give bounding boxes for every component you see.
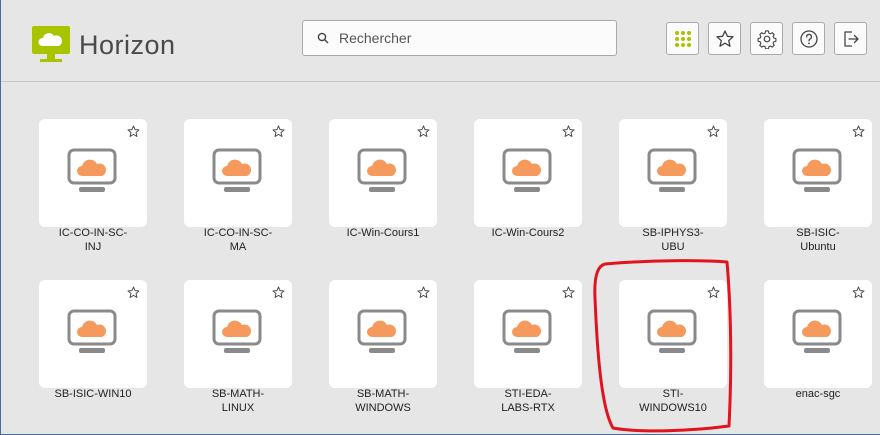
desktop-label[interactable]: IC-Win-Cours2 <box>458 226 598 240</box>
favorites-button[interactable] <box>708 22 741 55</box>
desktop-label[interactable]: IC-Win-Cours1 <box>313 226 453 240</box>
toolbar <box>666 22 876 55</box>
desktop-tile[interactable] <box>329 280 437 388</box>
desktop-tile[interactable] <box>329 119 437 227</box>
search-box[interactable] <box>302 20 617 56</box>
header: Horizon <box>1 0 880 82</box>
favorite-star-icon[interactable] <box>417 125 430 138</box>
red-highlight-circle <box>593 259 733 433</box>
desktop-monitor-icon <box>212 148 262 192</box>
desktop-monitor-icon <box>647 148 697 192</box>
desktop-label[interactable]: IC-CO-IN-SC- INJ <box>23 226 163 254</box>
apps-grid-icon <box>674 30 691 47</box>
settings-button[interactable] <box>750 22 783 55</box>
horizon-logo[interactable]: Horizon <box>31 24 176 64</box>
desktop-monitor-icon <box>502 148 552 192</box>
logout-icon <box>843 30 859 47</box>
desktop-monitor-icon <box>792 309 842 353</box>
desktop-monitor-icon <box>67 309 117 353</box>
favorite-star-icon[interactable] <box>417 286 430 299</box>
desktop-label[interactable]: SB-ISIC-WIN10 <box>23 387 163 401</box>
favorite-star-icon[interactable] <box>852 125 865 138</box>
desktop-tile[interactable] <box>39 119 147 227</box>
settings-gear-icon <box>757 29 776 49</box>
desktop-tile[interactable] <box>474 119 582 227</box>
desktop-label[interactable]: IC-CO-IN-SC- MA <box>168 226 308 254</box>
desktop-tile[interactable] <box>474 280 582 388</box>
horizon-logo-icon <box>32 26 70 62</box>
favorite-star-icon[interactable] <box>127 125 140 138</box>
desktop-tile[interactable] <box>764 280 872 388</box>
favorite-star-icon[interactable] <box>272 286 285 299</box>
desktop-label[interactable]: SB-ISIC- Ubuntu <box>748 226 880 254</box>
desktop-monitor-icon <box>792 148 842 192</box>
search-input[interactable] <box>339 30 599 46</box>
horizon-page: Horizon Rechercher IC-CO-IN-SC- INJ IC-C… <box>0 0 880 435</box>
logout-button[interactable] <box>834 22 867 55</box>
favorite-star-icon[interactable] <box>562 125 575 138</box>
desktop-label[interactable]: SB-MATH- WINDOWS <box>313 387 453 415</box>
desktop-tile[interactable] <box>764 119 872 227</box>
desktop-label[interactable]: SB-MATH- LINUX <box>168 387 308 415</box>
desktop-label[interactable]: STI-EDA- LABS-RTX <box>458 387 598 415</box>
favorite-star-icon[interactable] <box>272 125 285 138</box>
desktop-monitor-icon <box>502 309 552 353</box>
favorite-star-icon[interactable] <box>707 125 720 138</box>
search-icon <box>317 32 329 44</box>
desktop-tile[interactable] <box>39 280 147 388</box>
desktop-monitor-icon <box>357 309 407 353</box>
desktop-tile[interactable] <box>619 119 727 227</box>
favorite-star-icon[interactable] <box>852 286 865 299</box>
favorites-star-icon <box>715 29 734 47</box>
favorite-star-icon[interactable] <box>127 286 140 299</box>
app-title: Horizon <box>79 29 176 60</box>
favorite-star-icon[interactable] <box>562 286 575 299</box>
desktop-tile[interactable] <box>184 280 292 388</box>
apps-grid-button[interactable] <box>666 22 699 55</box>
desktop-monitor-icon <box>67 148 117 192</box>
desktop-label[interactable]: SB-IPHYS3- UBU <box>603 226 743 254</box>
help-icon <box>799 29 818 48</box>
help-button[interactable] <box>792 22 825 55</box>
desktop-monitor-icon <box>357 148 407 192</box>
desktop-label[interactable]: enac-sgc <box>748 387 880 401</box>
desktop-tile[interactable] <box>184 119 292 227</box>
desktop-monitor-icon <box>212 309 262 353</box>
